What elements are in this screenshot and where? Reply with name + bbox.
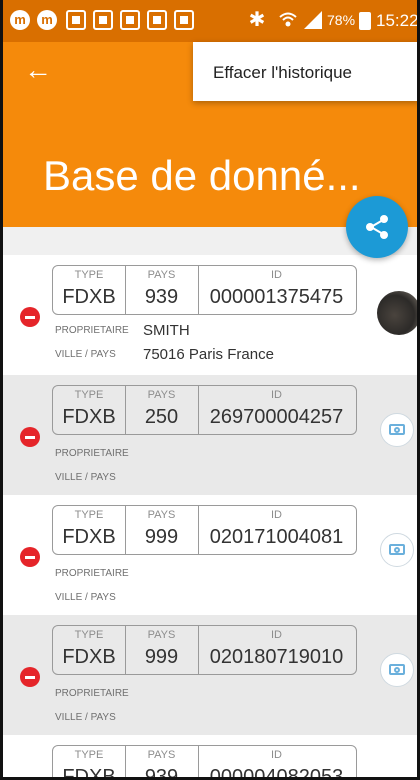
camera-icon[interactable] <box>380 413 414 447</box>
city-label: VILLE / PAYS <box>55 349 116 360</box>
id-value: 000004082053 <box>209 766 344 780</box>
owner-label: PROPRIETAIRE <box>55 688 129 699</box>
type-value: FDXB <box>62 646 116 668</box>
id-value: 020180719010 <box>209 646 344 668</box>
camera-icon[interactable] <box>380 653 414 687</box>
id-value: 269700004257 <box>209 406 344 428</box>
chip-info-box: TYPE FDXB PAYS 939 ID 000001375475 <box>52 265 357 315</box>
pays-label: PAYS <box>147 749 176 761</box>
voicemail-icon <box>120 10 140 30</box>
owner-label: PROPRIETAIRE <box>55 568 129 579</box>
list-item[interactable]: TYPE FDXB PAYS 250 ID 269700004257 PROPRIET… <box>0 375 420 495</box>
pays-value: 250 <box>144 406 179 428</box>
clock: 15:22 <box>376 11 419 30</box>
list-item[interactable]: TYPE FDXB PAYS 939 ID 000004082053 <box>0 735 420 780</box>
owner-label: PROPRIETAIRE <box>55 325 129 336</box>
image-icon <box>147 10 167 30</box>
id-label: ID <box>271 509 282 521</box>
delete-icon[interactable] <box>20 547 40 567</box>
wifi-icon <box>279 12 297 27</box>
type-label: TYPE <box>74 749 104 761</box>
id-value: 000001375475 <box>209 286 344 308</box>
pays-label: PAYS <box>147 629 176 641</box>
share-icon <box>366 215 388 239</box>
type-label: TYPE <box>74 509 104 521</box>
id-value: 020171004081 <box>209 526 344 548</box>
id-label: ID <box>271 389 282 401</box>
pays-value: 999 <box>144 646 179 668</box>
pays-value: 939 <box>144 286 179 308</box>
battery-icon <box>359 12 371 30</box>
overflow-menu: Effacer l'historique <box>193 42 420 101</box>
avatar[interactable] <box>377 291 420 335</box>
bluetooth-icon: ✱ <box>248 9 266 31</box>
arrow-left-icon[interactable]: ← <box>24 56 52 84</box>
id-label: ID <box>271 629 282 641</box>
type-value: FDXB <box>62 526 116 548</box>
city-label: VILLE / PAYS <box>55 472 116 483</box>
square-icon <box>93 10 113 30</box>
battery-percent: 78% <box>327 12 356 28</box>
app-icon: m <box>10 10 30 30</box>
pays-value: 999 <box>144 526 179 548</box>
image-icon <box>66 10 86 30</box>
list-item[interactable]: TYPE FDXB PAYS 999 ID 020171004081 PROPRIET… <box>0 495 420 615</box>
list-item[interactable]: TYPE FDXB PAYS 999 ID 020180719010 PROPRIET… <box>0 615 420 735</box>
city-value: 75016 Paris France <box>143 346 274 363</box>
owner-label: PROPRIETAIRE <box>55 448 129 459</box>
type-value: FDXB <box>62 286 116 308</box>
delete-icon[interactable] <box>20 307 40 327</box>
type-label: TYPE <box>74 629 104 641</box>
id-label: ID <box>271 749 282 761</box>
chip-info-box: TYPE FDXB PAYS 939 ID 000004082053 <box>52 745 357 780</box>
city-label: VILLE / PAYS <box>55 592 116 603</box>
type-label: TYPE <box>74 269 104 281</box>
pays-label: PAYS <box>147 389 176 401</box>
delete-icon[interactable] <box>20 427 40 447</box>
menu-item-clear-history[interactable]: Effacer l'historique <box>213 63 352 83</box>
owner-value: SMITH <box>143 322 190 339</box>
chip-info-box: TYPE FDXB PAYS 999 ID 020180719010 <box>52 625 357 675</box>
camera-icon[interactable] <box>380 533 414 567</box>
pays-value: 939 <box>144 766 179 780</box>
delete-icon[interactable] <box>20 667 40 687</box>
type-label: TYPE <box>74 389 104 401</box>
chip-info-box: TYPE FDXB PAYS 999 ID 020171004081 <box>52 505 357 555</box>
status-bar: m m ✱ 78% 15:22 <box>0 0 420 42</box>
chip-info-box: TYPE FDXB PAYS 250 ID 269700004257 <box>52 385 357 435</box>
app-icon: m <box>37 10 57 30</box>
pays-label: PAYS <box>147 269 176 281</box>
list-item[interactable]: TYPE FDXB PAYS 939 ID 000001375475 PROPRIET… <box>0 255 420 375</box>
square-icon <box>174 10 194 30</box>
type-value: FDXB <box>62 406 116 428</box>
share-button[interactable] <box>346 196 408 258</box>
id-label: ID <box>271 269 282 281</box>
pays-label: PAYS <box>147 509 176 521</box>
city-label: VILLE / PAYS <box>55 712 116 723</box>
type-value: FDXB <box>62 766 116 780</box>
page-title: Base de donné... <box>43 152 361 199</box>
signal-icon <box>304 11 322 29</box>
